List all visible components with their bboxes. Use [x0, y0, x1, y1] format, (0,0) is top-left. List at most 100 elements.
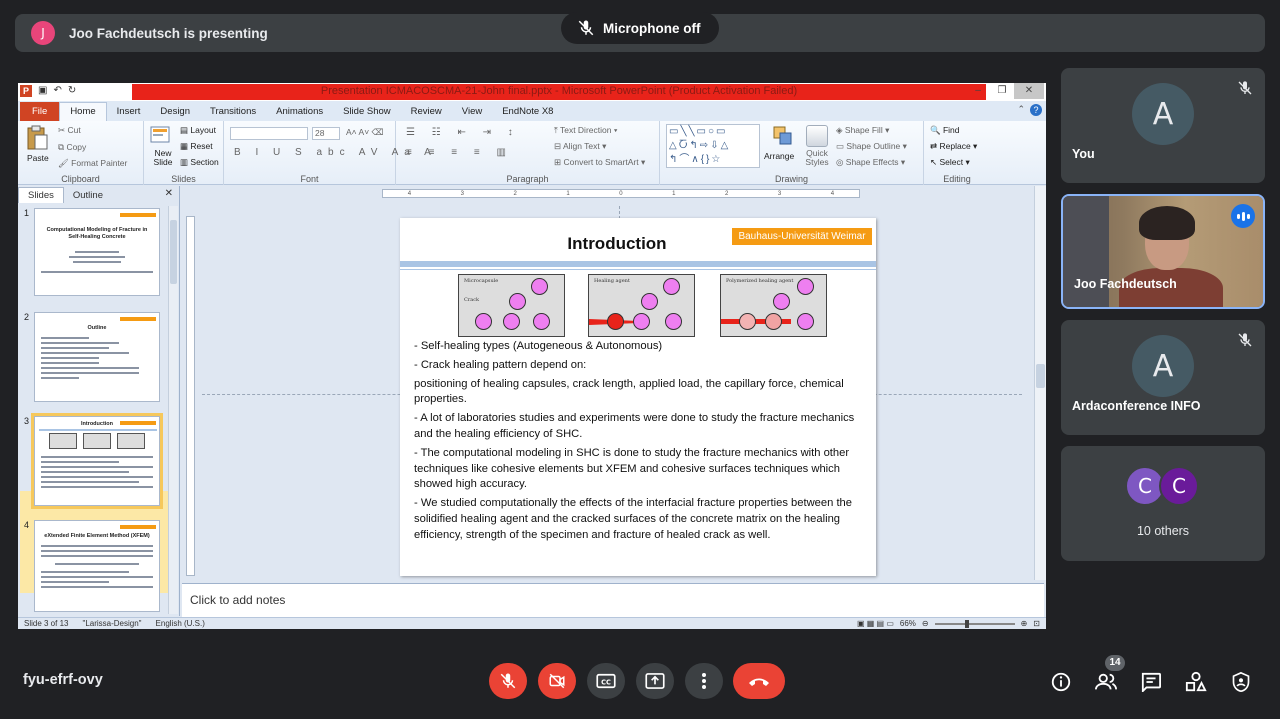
bullet: positioning of healing capsules, crack l…	[414, 377, 844, 406]
cut-button[interactable]: ✂ Cut	[58, 125, 81, 136]
slides-pane-scrollbar[interactable]	[168, 206, 178, 614]
thumb-number: 3	[24, 416, 30, 426]
chat-icon	[1141, 672, 1161, 692]
zoom-in-icon[interactable]: ⊕	[1021, 619, 1028, 628]
maximize-icon[interactable]: ❐	[990, 83, 1014, 99]
replace-button[interactable]: ⇄ Replace ▾	[930, 141, 977, 152]
zoom-level[interactable]: 66%	[900, 619, 916, 628]
participant-name: Joo Fachdeutsch	[1074, 277, 1177, 291]
shape-effects-button[interactable]: ◎ Shape Effects ▾	[836, 157, 905, 168]
activities-icon	[1185, 671, 1207, 692]
mic-off-icon	[578, 20, 594, 36]
mic-off-icon	[1237, 332, 1253, 353]
quick-styles-icon[interactable]	[806, 125, 828, 147]
ribbon-home: Paste ✂ Cut ⧉ Copy 🖌 Format Painter Clip…	[18, 121, 1046, 185]
redo-icon[interactable]: ↻	[68, 85, 76, 97]
participant-tile-others[interactable]: C C 10 others	[1061, 446, 1265, 561]
ribbon-tab-view[interactable]: View	[452, 106, 492, 121]
ribbon-tab-home[interactable]: Home	[59, 102, 107, 121]
thumb-number: 2	[24, 312, 30, 322]
chat-button[interactable]	[1139, 670, 1163, 694]
mic-off-icon	[1237, 80, 1253, 101]
pane-tab-slides[interactable]: Slides	[18, 187, 64, 203]
svg-text:CC: CC	[601, 678, 611, 686]
people-button[interactable]	[1094, 670, 1118, 694]
ribbon-tab-animations[interactable]: Animations	[266, 106, 333, 121]
ribbon-collapse-icon[interactable]: ⌃	[1017, 104, 1025, 116]
zoom-slider[interactable]	[934, 619, 1015, 628]
shapes-gallery[interactable]: ▭╲╲▭○▭ △Ⴀ↰⇨⇩△ ↰⌒∧{}☆	[666, 124, 760, 168]
font-name-select[interactable]	[230, 127, 308, 140]
save-icon[interactable]: ▣	[38, 85, 47, 97]
quick-styles-button[interactable]: Quick Styles	[802, 149, 832, 167]
powerpoint-logo-icon: P	[20, 85, 32, 97]
font-size-select[interactable]: 28	[312, 127, 340, 140]
participant-tile-you[interactable]: A You	[1061, 68, 1265, 183]
reset-button[interactable]: ▦ Reset	[180, 141, 213, 152]
slide-thumbnail-2[interactable]: Outline	[34, 312, 160, 402]
camera-toggle-button[interactable]	[538, 663, 576, 699]
captions-button[interactable]: CC	[587, 663, 625, 699]
slide-thumbnail-1[interactable]: Computational Modeling of Fracture in Se…	[34, 208, 160, 296]
view-buttons[interactable]: ▣ ▦ ▤ ▭	[857, 619, 894, 628]
section-button[interactable]: ▥ Section	[180, 157, 219, 168]
slide-thumbnail-3[interactable]: Introduction	[31, 413, 163, 509]
list-buttons[interactable]: ☰ ☷ ⇤ ⇥ ↕	[406, 127, 520, 138]
ribbon-tab-endnote-x8[interactable]: EndNote X8	[492, 106, 563, 121]
shape-outline-button[interactable]: ▭ Shape Outline ▾	[836, 141, 907, 152]
align-text-button[interactable]: ⊟ Align Text ▾	[554, 141, 606, 152]
ribbon-tab-design[interactable]: Design	[150, 106, 200, 121]
copy-button[interactable]: ⧉ Copy	[58, 142, 86, 153]
group-label-slides: Slides	[171, 174, 196, 184]
ribbon-tab-file[interactable]: File	[20, 102, 60, 121]
shape-fill-button[interactable]: ◈ Shape Fill ▾	[836, 125, 889, 136]
notes-pane[interactable]: Click to add notes	[182, 583, 1044, 617]
ribbon-tab-review[interactable]: Review	[401, 106, 452, 121]
new-slide-button[interactable]: New Slide	[148, 149, 178, 167]
paste-button[interactable]: Paste	[27, 153, 49, 163]
new-slide-icon[interactable]	[150, 124, 172, 146]
ribbon-tab-transitions[interactable]: Transitions	[200, 106, 266, 121]
slide-thumbnail-4[interactable]: eXtended Finite Element Method (XFEM)	[34, 520, 160, 612]
leave-call-button[interactable]	[733, 663, 785, 699]
host-controls-button[interactable]	[1229, 670, 1253, 694]
notes-placeholder: Click to add notes	[190, 593, 286, 607]
fit-slide-icon[interactable]: ⊡	[1033, 619, 1040, 628]
format-painter-button[interactable]: 🖌 Format Painter	[58, 158, 127, 169]
minimize-icon[interactable]: –	[966, 83, 990, 99]
arrange-button[interactable]: Arrange	[764, 151, 794, 161]
participant-tile-ardaconference[interactable]: A Ardaconference INFO	[1061, 320, 1265, 435]
speaking-indicator-icon	[1231, 204, 1255, 228]
more-options-button[interactable]	[685, 663, 723, 699]
meeting-details-button[interactable]	[1049, 670, 1073, 694]
find-button[interactable]: 🔍 Find	[930, 125, 960, 136]
pane-tab-outline[interactable]: Outline	[64, 188, 112, 203]
present-now-button[interactable]	[636, 663, 674, 699]
arrange-icon[interactable]	[772, 125, 794, 147]
text-direction-button[interactable]: ⤒ Text Direction ▾	[554, 125, 617, 136]
participant-tile-joo[interactable]: Joo Fachdeutsch	[1061, 194, 1265, 309]
ppt-status-bar: Slide 3 of 13 "Larissa-Design" English (…	[18, 617, 1046, 629]
bullet: - The computational modeling in SHC is d…	[414, 446, 850, 491]
undo-icon[interactable]: ↶	[53, 85, 61, 97]
close-icon[interactable]: ✕	[1014, 83, 1044, 99]
mic-toggle-button[interactable]	[489, 663, 527, 699]
layout-button[interactable]: ▤ Layout	[180, 125, 216, 136]
group-label-paragraph: Paragraph	[506, 174, 549, 184]
ribbon-tab-slide-show[interactable]: Slide Show	[333, 106, 401, 121]
activities-button[interactable]	[1184, 670, 1208, 694]
captions-icon: CC	[596, 673, 616, 689]
font-grow-icon[interactable]: A˄ A˅ ⌫	[346, 127, 384, 138]
pane-close-icon[interactable]: ✕	[165, 188, 173, 199]
align-buttons[interactable]: ≡ ≡ ≡ ≡ ▥	[406, 147, 513, 158]
help-icon[interactable]: ?	[1030, 104, 1042, 116]
zoom-out-icon[interactable]: ⊖	[922, 619, 929, 628]
camera-off-icon	[549, 673, 565, 689]
window-controls: – ❐ ✕	[966, 83, 1044, 99]
select-button[interactable]: ↖ Select ▾	[930, 157, 970, 168]
ribbon-tab-insert[interactable]: Insert	[107, 106, 151, 121]
canvas-scrollbar[interactable]	[1034, 186, 1046, 580]
current-slide[interactable]: Introduction Bauhaus-Universität Weimar …	[400, 218, 876, 576]
paste-icon[interactable]	[26, 125, 48, 151]
convert-smartart-button[interactable]: ⊞ Convert to SmartArt ▾	[554, 157, 645, 168]
